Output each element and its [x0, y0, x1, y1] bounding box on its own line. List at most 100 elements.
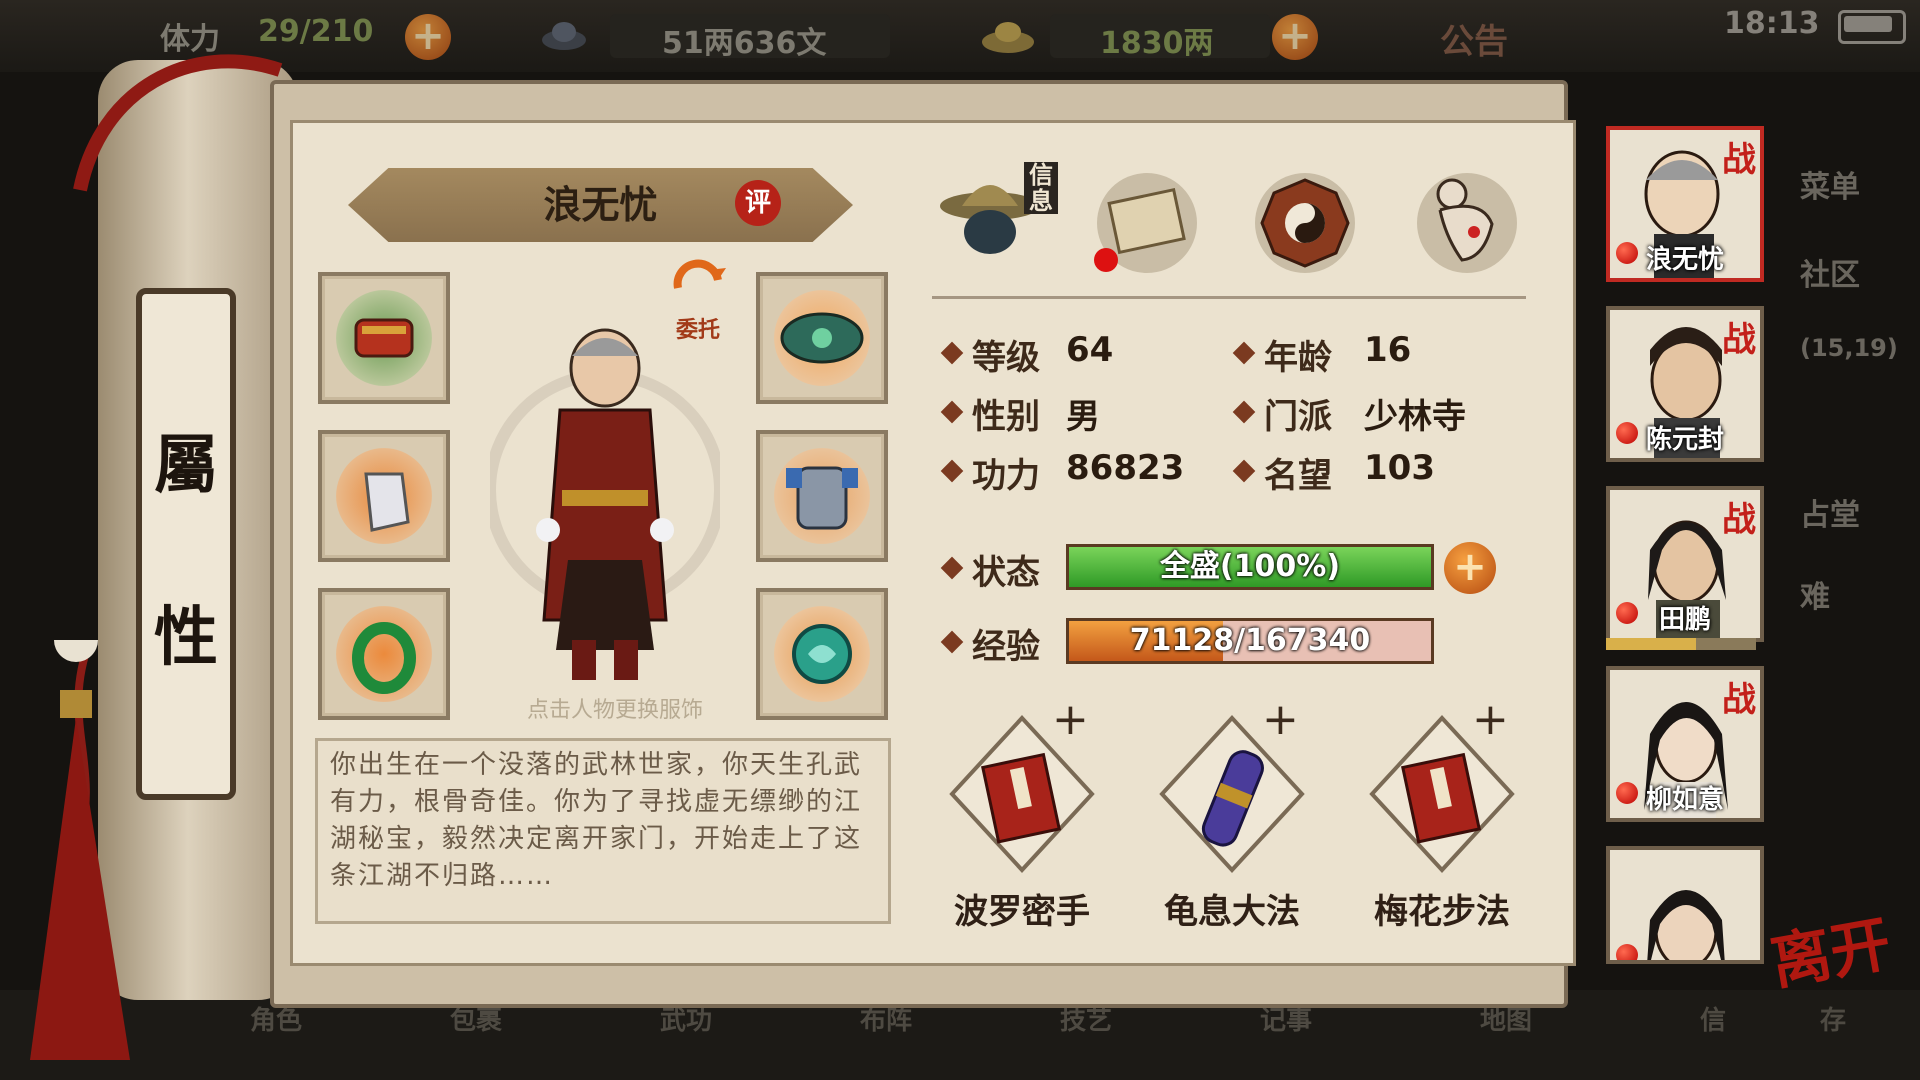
tassel-decoration: [20, 618, 130, 1070]
skill-slot-1[interactable]: 波罗密手: [922, 710, 1122, 940]
alert-dot: [1616, 944, 1638, 960]
bottom-nav-role[interactable]: 角色: [250, 1000, 390, 1078]
bottom-nav-formation[interactable]: 布阵: [860, 1000, 1000, 1078]
fame-value: 103: [1364, 448, 1435, 488]
biography-text: 你出生在一个没落的武林世家，你天生孔武有力，根骨奇佳。你为了寻找虚无缥缈的江湖秘…: [330, 750, 863, 891]
bottom-nav-label: 武功: [660, 1006, 713, 1036]
coords-text: (15,19): [1800, 334, 1898, 362]
tab-info[interactable]: 信息: [940, 158, 1060, 268]
gold-amount: 1830两: [1100, 26, 1214, 61]
chain-armor-art: [786, 466, 858, 530]
party-member-4[interactable]: 战 柳如意: [1606, 666, 1764, 822]
level-label: 等级: [972, 338, 1040, 378]
headband-art: [780, 312, 864, 364]
add-gold-button[interactable]: +: [1272, 14, 1318, 60]
silver-icon: [540, 14, 588, 56]
skill-name: 波罗密手: [954, 892, 1090, 932]
bottom-nav-label: 包裹: [450, 1006, 503, 1036]
bottom-nav-journal[interactable]: 记事: [1260, 1000, 1400, 1078]
add-skill-plus[interactable]: +: [1262, 694, 1299, 745]
status-bar: 全盛(100%): [1066, 544, 1434, 590]
party-member-1[interactable]: 战 浪无忧: [1606, 126, 1764, 282]
gold-panel: 1830两: [1050, 14, 1270, 61]
side-hard-label: 难: [1800, 580, 1830, 615]
party-member-5[interactable]: [1606, 846, 1764, 964]
sect-label: 门派: [1264, 397, 1332, 437]
bottom-nav-skill[interactable]: 技艺: [1060, 1000, 1200, 1078]
equip-slot-amulet[interactable]: [756, 588, 888, 720]
gold-ingot-icon: [980, 14, 1036, 56]
skill-book-icon: [949, 715, 1095, 873]
red-cord-decoration: [70, 30, 290, 200]
side-menu-label: 菜单: [1800, 170, 1860, 205]
tab-info-label: 信息: [1024, 162, 1058, 214]
attribute-tab[interactable]: 屬 性: [136, 288, 236, 800]
bottom-nav-letter[interactable]: 信: [1700, 1000, 1760, 1078]
biography-box: 你出生在一个没落的武林世家，你天生孔武有力，根骨奇佳。你为了寻找虚无缥缈的江湖秘…: [315, 738, 891, 924]
bagua-icon: [1255, 173, 1355, 273]
scroll-map-icon: [1094, 173, 1197, 273]
party-member-name: 浪无忧: [1645, 245, 1724, 275]
restore-status-button[interactable]: +: [1444, 542, 1496, 594]
bottom-nav-label: 布阵: [860, 1006, 913, 1036]
party-member-name: 陈元封: [1645, 425, 1724, 455]
stats-divider: [932, 296, 1526, 299]
battle-tag: 战: [1722, 140, 1756, 180]
equip-slot-ring[interactable]: [318, 588, 450, 720]
tab-map-scroll[interactable]: [1092, 168, 1202, 278]
tab-char-2: 性: [154, 600, 218, 675]
bottom-nav-save[interactable]: 存: [1820, 1000, 1880, 1078]
jade-pendant-art: [792, 624, 852, 684]
exp-bar: 71128/167340: [1066, 618, 1434, 664]
tab-meridian[interactable]: [1412, 168, 1522, 278]
add-skill-plus[interactable]: +: [1052, 694, 1089, 745]
level-value: 64: [1066, 330, 1114, 370]
battery-icon: [1838, 10, 1906, 44]
party-member-2[interactable]: 战 陈元封: [1606, 306, 1764, 462]
silver-amount: 51两636文: [662, 26, 827, 61]
party-member-name: 田鹏: [1658, 605, 1711, 635]
leave-button[interactable]: 离开: [1763, 895, 1896, 1002]
clock: 18:13: [1724, 6, 1820, 41]
side-community-button[interactable]: 社区: [1800, 250, 1900, 304]
status-label: 状态: [972, 553, 1040, 593]
side-hall-label: 占堂: [1800, 498, 1860, 533]
side-coords: (15,19): [1800, 334, 1900, 388]
tab-bagua[interactable]: [1250, 168, 1360, 278]
equip-slot-bracers[interactable]: [318, 272, 450, 404]
equip-slot-armor[interactable]: [756, 430, 888, 562]
bottom-nav-label: 地图: [1480, 1006, 1533, 1036]
jade-ring-art: [352, 622, 416, 694]
skill-slot-3[interactable]: 梅花步法: [1342, 710, 1542, 940]
bottom-nav-map[interactable]: 地图: [1480, 1000, 1620, 1078]
change-outfit-hint: 点击人物更换服饰: [526, 698, 703, 723]
skill-scroll-icon: [1159, 715, 1305, 873]
side-hall-button[interactable]: 占堂: [1800, 490, 1900, 544]
battle-tag: 战: [1722, 320, 1756, 360]
character-portrait[interactable]: [484, 320, 726, 690]
equip-slot-headgear[interactable]: [756, 272, 888, 404]
party-member-3[interactable]: 战 田鹏: [1606, 486, 1764, 642]
add-stamina-button[interactable]: +: [405, 14, 451, 60]
battle-tag: 战: [1722, 500, 1756, 540]
entrust-icon: [673, 259, 726, 289]
bottom-nav-label: 技艺: [1060, 1006, 1113, 1036]
bottom-nav-kungfu[interactable]: 武功: [660, 1000, 800, 1078]
status-bar-text: 全盛(100%): [1159, 549, 1341, 584]
side-menu-button[interactable]: 菜单: [1800, 162, 1900, 216]
notice-button[interactable]: 公告: [1440, 14, 1508, 63]
bottom-nav-bag[interactable]: 包裹: [450, 1000, 590, 1078]
equip-slot-gloves[interactable]: [318, 430, 450, 562]
skill-name: 龟息大法: [1164, 892, 1300, 932]
age-label: 年龄: [1264, 338, 1332, 378]
training-bar: [1606, 638, 1756, 650]
side-hard-button[interactable]: 难: [1800, 572, 1900, 626]
battle-tag: 战: [1722, 680, 1756, 720]
exp-label: 经验: [972, 627, 1040, 667]
skill-slot-2[interactable]: 龟息大法: [1132, 710, 1332, 940]
age-value: 16: [1364, 330, 1412, 370]
add-skill-plus[interactable]: +: [1472, 694, 1509, 745]
glove-art: [364, 472, 410, 532]
skill-book-icon: [1369, 715, 1515, 873]
evaluate-button[interactable]: 评: [735, 180, 781, 226]
